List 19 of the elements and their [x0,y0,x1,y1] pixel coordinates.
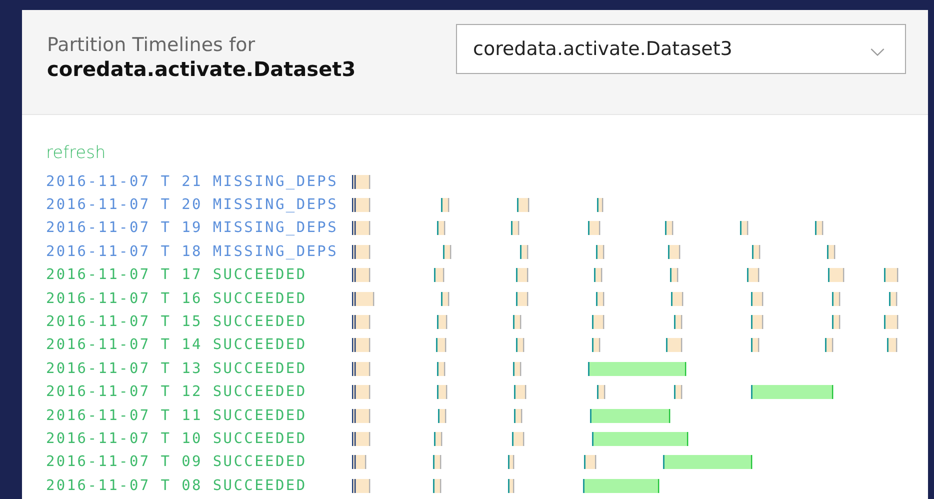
partition-label: 2016-11-07 T 15 SUCCEEDED [46,314,308,330]
partition-label: 2016-11-07 T 20 MISSING_DEPS [46,197,340,214]
partition-label: 2016-11-07 T 14 SUCCEEDED [46,337,308,354]
partition-label: 2016-11-07 T 10 SUCCEEDED [46,430,308,447]
partition-label: 2016-11-07 T 18 MISSING_DEPS [46,244,340,260]
chevron-down-icon [870,48,885,56]
partition-label: 2016-11-07 T 11 SUCCEEDED [46,408,308,424]
partition-label: 2016-11-07 T 13 SUCCEEDED [46,360,308,377]
partition-label: 2016-11-07 T 09 SUCCEEDED [46,454,308,470]
dataset-name: coredata.activate.Dataset3 [47,57,356,82]
partition-label: 2016-11-07 T 21 MISSING_DEPS [46,174,340,190]
page-title: Partition Timelines for [47,34,256,57]
partition-label: 2016-11-07 T 19 MISSING_DEPS [46,220,340,236]
partition-label: 2016-11-07 T 16 SUCCEEDED [46,290,308,307]
partition-label: 2016-11-07 T 12 SUCCEEDED [46,384,308,400]
partition-label: 2016-11-07 T 08 SUCCEEDED [46,478,308,494]
partition-label: 2016-11-07 T 17 SUCCEEDED [46,267,308,284]
dataset-select[interactable]: coredata.activate.Dataset3 [456,24,906,74]
timeline-drawing [352,174,370,189]
